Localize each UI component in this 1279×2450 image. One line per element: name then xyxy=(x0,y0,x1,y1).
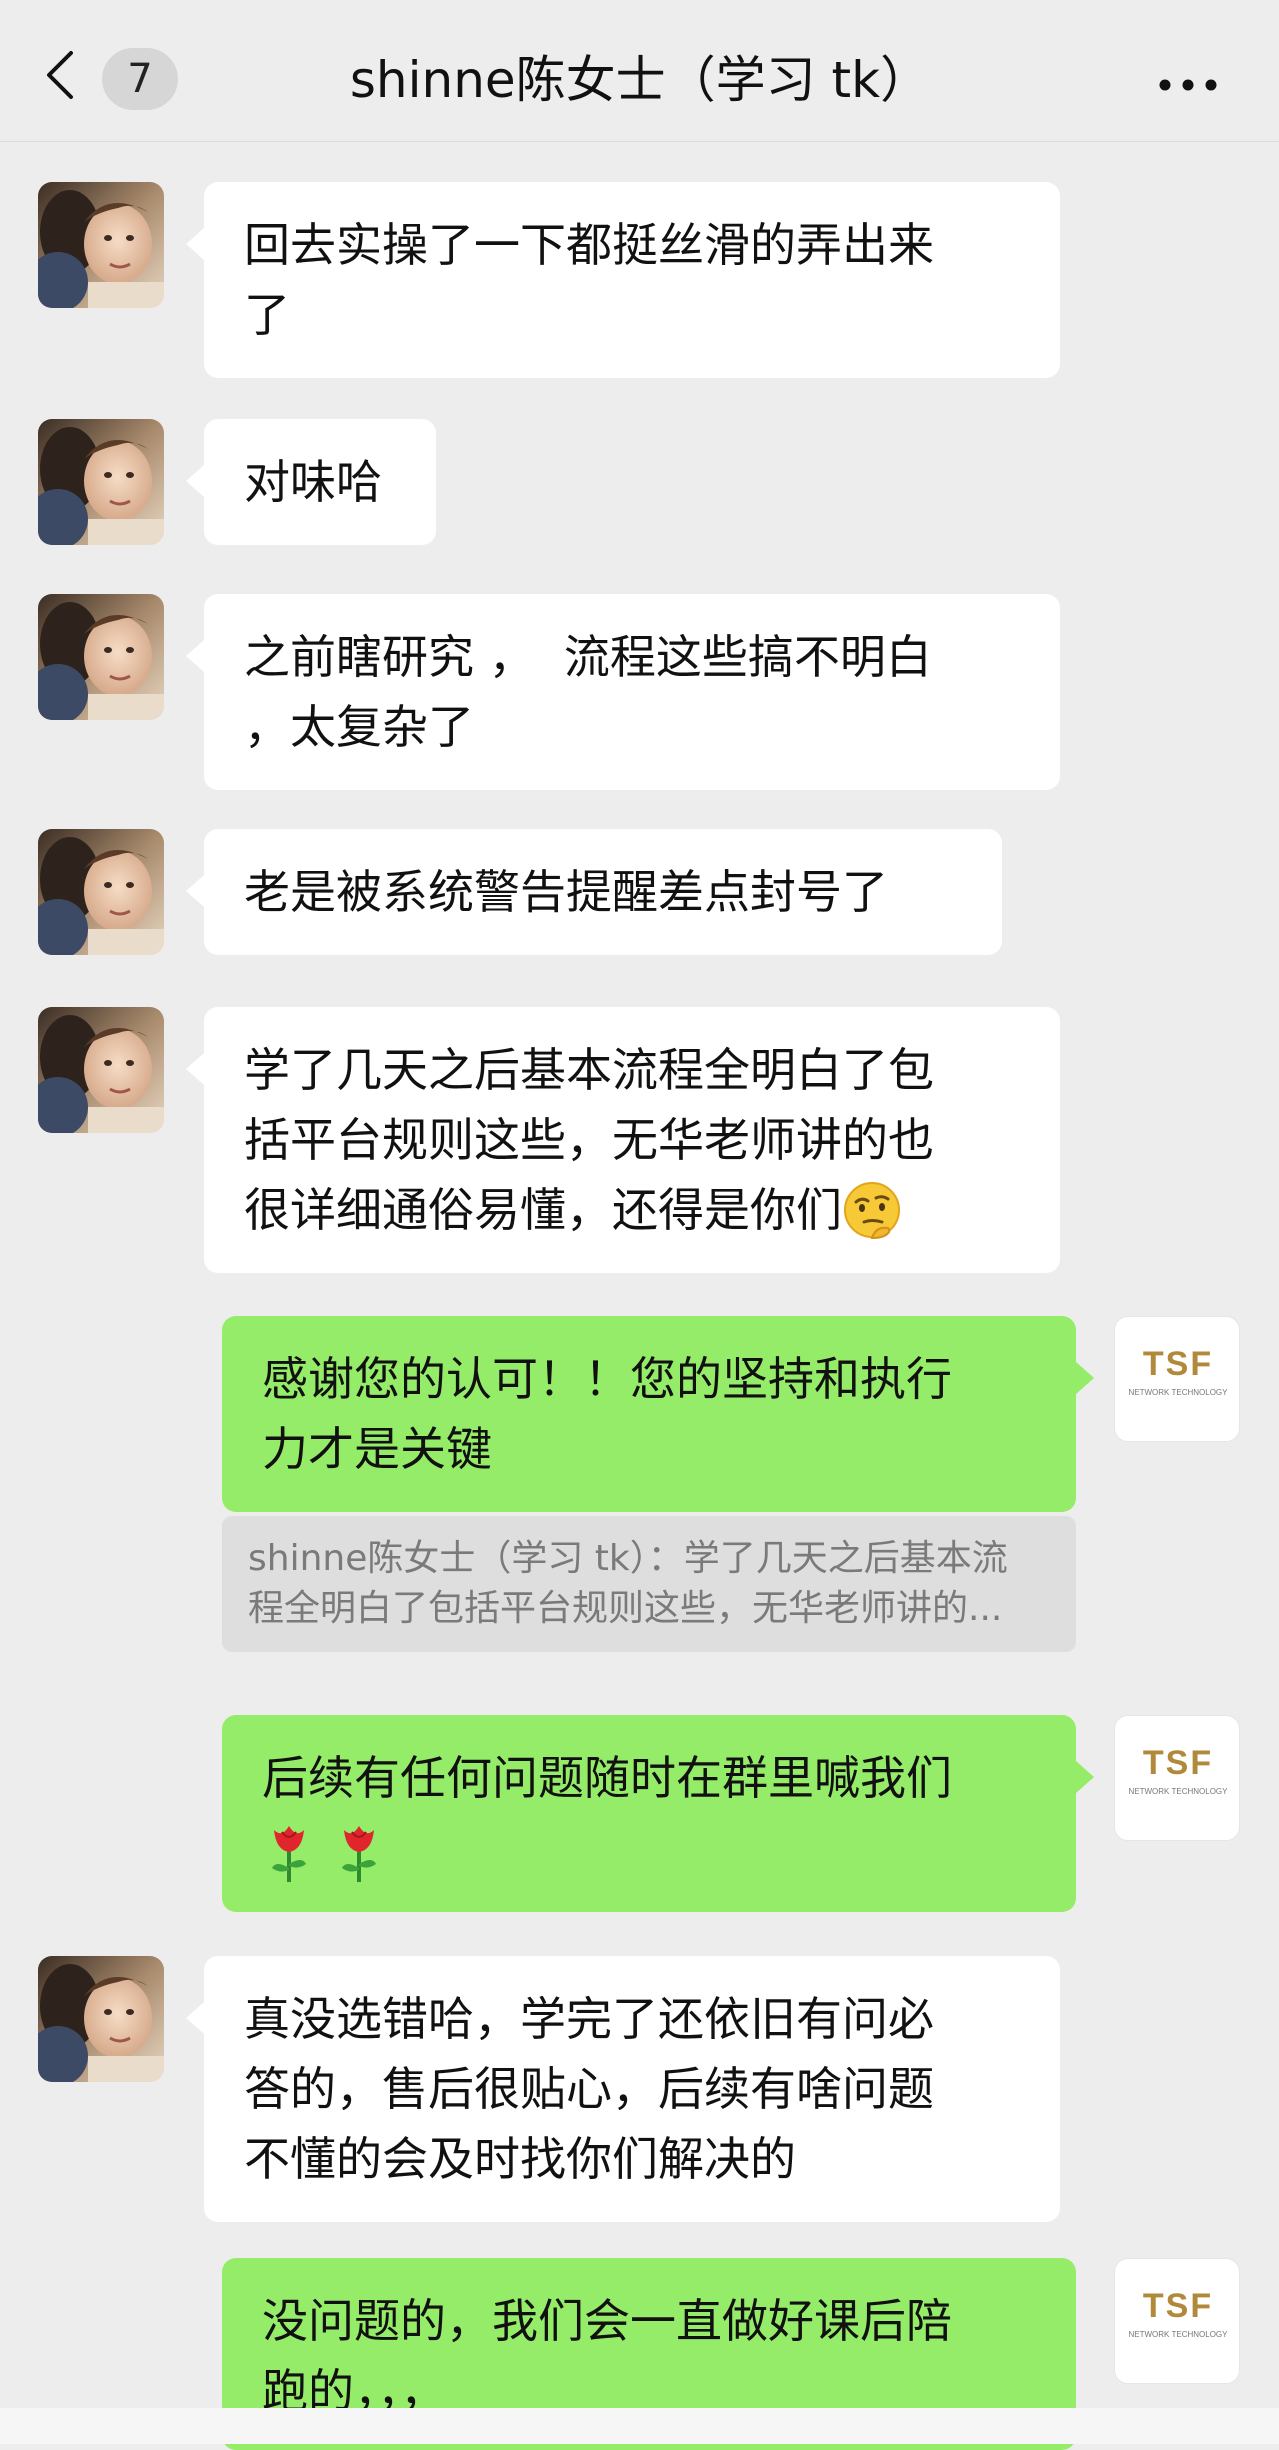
rose-icon xyxy=(342,1825,376,1882)
quote-line: 程全明白了包括平台规则这些，无华老师讲的... xyxy=(248,1588,1003,1629)
message-bubble-incoming[interactable]: 对味哈 xyxy=(186,419,436,545)
user-photo-icon xyxy=(38,594,164,720)
message-line: 不懂的会及时找你们解决的 xyxy=(244,2132,796,2186)
sender-avatar[interactable] xyxy=(38,1007,164,1133)
input-bar-edge xyxy=(0,2408,1279,2444)
message-bubble-incoming[interactable]: 老是被系统警告提醒差点封号了 xyxy=(186,829,1002,955)
tsf-logo-icon xyxy=(1128,2287,1229,2339)
quoted-message[interactable]: shinne陈女士（学习 tk）：学了几天之后基本流 程全明白了包括平台规则这些… xyxy=(222,1516,1076,1652)
message-line: 很详细通俗易懂，还得是你们 xyxy=(244,1175,1020,1245)
sender-avatar[interactable] xyxy=(38,419,164,545)
message-bubble-incoming[interactable]: 真没选错哈，学完了还依旧有问必 答的，售后很贴心，后续有啥问题 不懂的会及时找你… xyxy=(186,1956,1060,2222)
message-line: ，太复杂了 xyxy=(244,700,474,754)
user-photo-icon xyxy=(38,182,164,308)
my-avatar[interactable] xyxy=(1114,2258,1240,2384)
sender-avatar[interactable] xyxy=(38,829,164,955)
message-line: 答的，售后很贴心，后续有啥问题 xyxy=(244,2062,934,2116)
message-line-text: 很详细通俗易懂，还得是你们 xyxy=(244,1183,842,1237)
chat-header: 7 shinne陈女士（学习 tk） xyxy=(0,0,1279,142)
more-icon xyxy=(1159,79,1217,91)
back-button[interactable] xyxy=(30,40,90,110)
my-avatar[interactable] xyxy=(1114,1715,1240,1841)
user-photo-icon xyxy=(38,829,164,955)
message-line: 没问题的，我们会一直做好课后陪 xyxy=(262,2294,952,2348)
message-line: 对味哈 xyxy=(244,455,382,509)
message-line: 后续有任何问题随时在群里喊我们 xyxy=(262,1751,952,1805)
message-bubble-incoming[interactable]: 学了几天之后基本流程全明白了包 括平台规则这些，无华老师讲的也 很详细通俗易懂，… xyxy=(186,1007,1060,1273)
message-line: 之前瞎研究 ， 流程这些搞不明白 xyxy=(244,630,932,684)
user-photo-icon xyxy=(38,419,164,545)
thinking-face-icon xyxy=(844,1181,900,1239)
message-bubble-outgoing[interactable]: 感谢您的认可！！您的坚持和执行 力才是关键 xyxy=(222,1316,1094,1512)
my-avatar[interactable] xyxy=(1114,1316,1240,1442)
message-line: 真没选错哈，学完了还依旧有问必 xyxy=(244,1992,934,2046)
message-line: 力才是关键 xyxy=(262,1422,492,1476)
quote-line: shinne陈女士（学习 tk）：学了几天之后基本流 xyxy=(248,1538,1008,1579)
sender-avatar[interactable] xyxy=(38,182,164,308)
message-bubble-outgoing[interactable]: 后续有任何问题随时在群里喊我们 xyxy=(222,1715,1094,1912)
message-line: 了 xyxy=(244,288,290,342)
message-bubble-incoming[interactable]: 之前瞎研究 ， 流程这些搞不明白 ，太复杂了 xyxy=(186,594,1060,790)
chevron-left-icon xyxy=(47,51,73,99)
message-bubble-incoming[interactable]: 回去实操了一下都挺丝滑的弄出来 了 xyxy=(186,182,1060,378)
message-list[interactable]: 回去实操了一下都挺丝滑的弄出来 了 对味哈 之前瞎研究 ， 流程这些搞不明白 ，… xyxy=(0,142,1279,2450)
rose-icon xyxy=(272,1825,306,1882)
message-line: 感谢您的认可！！您的坚持和执行 xyxy=(262,1352,952,1406)
tsf-logo-icon xyxy=(1128,1744,1229,1796)
message-line xyxy=(262,1813,1036,1884)
user-photo-icon xyxy=(38,1956,164,2082)
message-line: 老是被系统警告提醒差点封号了 xyxy=(244,865,888,919)
unread-count-badge[interactable]: 7 xyxy=(102,48,178,110)
message-line: 括平台规则这些，无华老师讲的也 xyxy=(244,1113,934,1167)
more-options-button[interactable] xyxy=(1148,70,1228,100)
tsf-logo-icon xyxy=(1128,1345,1229,1397)
sender-avatar[interactable] xyxy=(38,1956,164,2082)
sender-avatar[interactable] xyxy=(38,594,164,720)
message-line: 学了几天之后基本流程全明白了包 xyxy=(244,1043,934,1097)
chat-title: shinne陈女士（学习 tk） xyxy=(349,51,931,109)
user-photo-icon xyxy=(38,1007,164,1133)
message-line: 回去实操了一下都挺丝滑的弄出来 xyxy=(244,218,934,272)
